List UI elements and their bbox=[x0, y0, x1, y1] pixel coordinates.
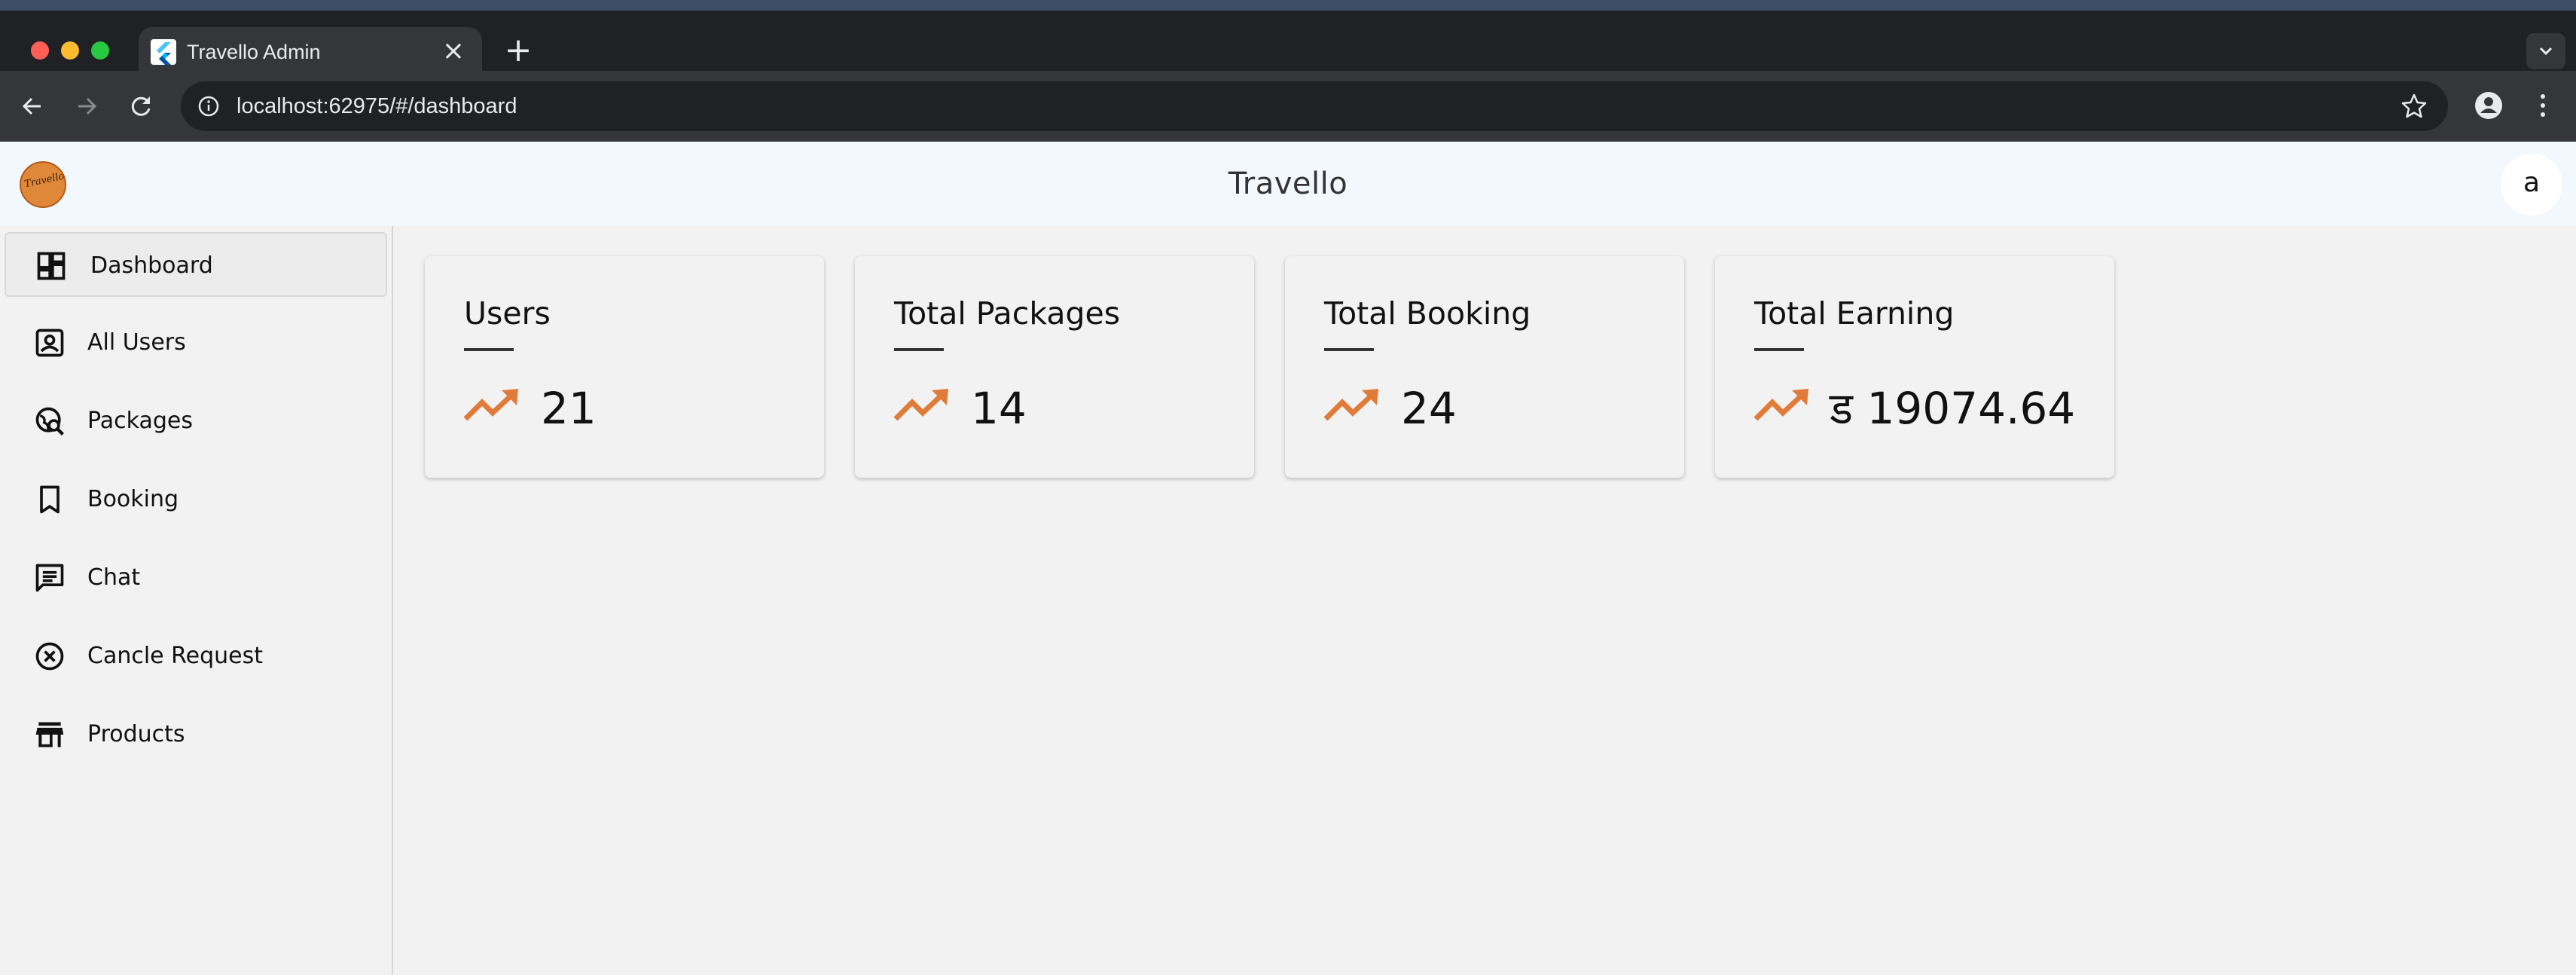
travel-explore-icon bbox=[35, 407, 64, 436]
browser-toolbar: localhost:62975/#/dashboard bbox=[0, 71, 2576, 142]
tab-title: Travello Admin bbox=[187, 41, 321, 63]
app-header: Travello Travello a bbox=[0, 142, 2576, 226]
user-avatar[interactable]: a bbox=[2501, 154, 2562, 215]
forward-button[interactable] bbox=[68, 87, 105, 125]
app-title: Travello bbox=[1228, 167, 1348, 201]
trending-up-icon bbox=[1323, 389, 1378, 421]
stat-card-title: Total Booking bbox=[1324, 295, 1531, 332]
site-info-icon[interactable] bbox=[194, 92, 223, 121]
stat-card-total-booking[interactable]: Total Booking 24 bbox=[1285, 256, 1684, 478]
sidebar-item-label: Products bbox=[87, 721, 185, 747]
tab-search-button[interactable] bbox=[2526, 33, 2565, 69]
reload-icon bbox=[131, 96, 151, 116]
title-underline bbox=[894, 348, 944, 351]
title-underline bbox=[1324, 348, 1374, 351]
title-underline bbox=[464, 348, 514, 351]
stat-card-title: Total Earning bbox=[1754, 295, 1955, 332]
stat-card-value: 21 bbox=[541, 383, 597, 434]
cancel-icon bbox=[35, 642, 64, 671]
back-button[interactable] bbox=[14, 87, 51, 125]
sidebar-item-label: Packages bbox=[87, 408, 193, 434]
sidebar-item-cancel-request[interactable]: Cancle Request bbox=[5, 624, 387, 689]
contact-icon bbox=[35, 329, 64, 357]
sidebar-item-label: Booking bbox=[87, 486, 179, 512]
desktop-background bbox=[0, 0, 2576, 11]
bookmark-star-icon[interactable] bbox=[2398, 90, 2430, 122]
stat-card-value: ड 19074.64 bbox=[1830, 383, 2076, 434]
close-window-button[interactable] bbox=[31, 41, 49, 60]
reload-button[interactable] bbox=[122, 87, 160, 125]
stat-card-title: Total Packages bbox=[894, 295, 1121, 332]
chat-icon bbox=[35, 564, 64, 592]
dashboard-icon bbox=[37, 252, 66, 280]
chevron-down-icon bbox=[2539, 47, 2553, 56]
sidebar-item-label: All Users bbox=[87, 329, 186, 356]
sidebar-item-products[interactable]: Products bbox=[5, 702, 387, 767]
sidebar-item-chat[interactable]: Chat bbox=[5, 546, 387, 610]
trending-up-icon bbox=[463, 389, 518, 421]
store-icon bbox=[35, 722, 64, 747]
arrow-right-icon bbox=[78, 97, 97, 115]
new-tab-button[interactable]: + bbox=[500, 33, 536, 69]
url-text[interactable]: localhost:62975/#/dashboard bbox=[237, 91, 517, 121]
sidebar: Dashboard All Users Packages Booking Cha… bbox=[0, 226, 393, 975]
stat-card-value: 24 bbox=[1401, 383, 1457, 434]
sidebar-item-label: Dashboard bbox=[90, 252, 213, 279]
stat-card-value: 14 bbox=[971, 383, 1027, 434]
sidebar-item-all-users[interactable]: All Users bbox=[5, 310, 387, 375]
minimize-window-button[interactable] bbox=[61, 41, 79, 60]
profile-icon[interactable] bbox=[2469, 86, 2508, 125]
stat-card-users[interactable]: Users 21 bbox=[425, 256, 824, 478]
browser-tab-bar: Travello Admin × + bbox=[0, 11, 2576, 81]
maximize-window-button[interactable] bbox=[91, 41, 109, 60]
arrow-left-icon bbox=[22, 97, 41, 115]
sidebar-item-booking[interactable]: Booking bbox=[5, 467, 387, 532]
sidebar-item-label: Chat bbox=[87, 564, 141, 591]
more-options-icon[interactable] bbox=[2526, 86, 2559, 125]
title-underline bbox=[1754, 348, 1804, 351]
stat-card-total-packages[interactable]: Total Packages 14 bbox=[855, 256, 1254, 478]
stat-card-total-earning[interactable]: Total Earning ड 19074.64 bbox=[1715, 256, 2114, 478]
close-tab-icon[interactable]: × bbox=[438, 36, 469, 66]
bookmark-icon bbox=[40, 485, 60, 514]
sidebar-item-dashboard[interactable]: Dashboard bbox=[5, 232, 387, 297]
sidebar-item-packages[interactable]: Packages bbox=[5, 389, 387, 454]
flutter-icon bbox=[151, 39, 176, 65]
stat-card-title: Users bbox=[464, 295, 551, 332]
sidebar-item-label: Cancle Request bbox=[87, 643, 264, 669]
trending-up-icon bbox=[893, 389, 948, 421]
address-bar[interactable]: localhost:62975/#/dashboard bbox=[181, 81, 2448, 131]
trending-up-icon bbox=[1753, 389, 1808, 421]
